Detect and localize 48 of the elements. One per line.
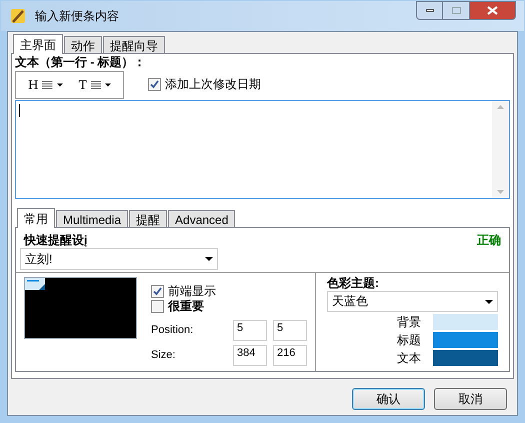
close-icon bbox=[487, 6, 498, 15]
window-title: 输入新便条内容 bbox=[35, 8, 119, 25]
tab[interactable]: 常用 bbox=[17, 208, 55, 228]
tab[interactable]: 主界面 bbox=[13, 34, 63, 54]
maximize-button[interactable] bbox=[443, 1, 470, 20]
caret-icon bbox=[56, 82, 63, 86]
quick-reminder-label: 快速提醒设į bbox=[24, 233, 88, 248]
checkbox[interactable] bbox=[148, 78, 161, 91]
swatch-label: 标题 bbox=[397, 332, 421, 348]
align-icon bbox=[90, 80, 102, 90]
swatch-label: 文本 bbox=[397, 350, 421, 366]
height-field[interactable]: 216 bbox=[273, 345, 307, 366]
status-text: 正确 bbox=[477, 233, 501, 248]
scroll-down-icon bbox=[497, 190, 504, 194]
heading-letter: H bbox=[28, 76, 38, 94]
text-letter: T bbox=[78, 76, 87, 94]
reminder-dropdown[interactable]: 立刻! bbox=[20, 248, 218, 270]
tab[interactable]: 提醒向导 bbox=[103, 36, 165, 53]
caret-icon bbox=[485, 300, 493, 304]
text-area[interactable] bbox=[15, 100, 510, 199]
text-label: 文本（第一行 - 标题）： bbox=[15, 55, 147, 69]
note-icon bbox=[9, 7, 27, 25]
caret-icon bbox=[205, 257, 213, 261]
dialog-button[interactable]: 确认 bbox=[352, 388, 425, 410]
position-y-field[interactable]: 5 bbox=[273, 320, 307, 341]
tab[interactable]: Advanced bbox=[168, 210, 236, 227]
align-icon bbox=[42, 80, 53, 90]
scroll-up-icon bbox=[497, 105, 504, 109]
corner-icon bbox=[25, 278, 45, 290]
tab[interactable]: 动作 bbox=[64, 36, 102, 53]
checkbox-label: 添加上次修改日期 bbox=[165, 77, 261, 92]
tab[interactable]: 提醒 bbox=[129, 210, 168, 227]
tab[interactable]: Multimedia bbox=[56, 210, 128, 227]
size-label: Size: bbox=[151, 348, 176, 363]
caret-icon bbox=[105, 82, 111, 86]
checkbox[interactable] bbox=[151, 285, 164, 298]
checkbox-label: 很重要 bbox=[168, 299, 204, 314]
theme-label: 色彩主题: bbox=[327, 276, 380, 291]
theme-dropdown[interactable]: 天蓝色 bbox=[327, 291, 498, 312]
position-x-field[interactable]: 5 bbox=[233, 320, 267, 341]
dialog-button[interactable]: 取消 bbox=[434, 388, 507, 410]
position-label: Position: bbox=[151, 323, 194, 338]
close-button[interactable] bbox=[470, 1, 516, 20]
minimize-button[interactable] bbox=[416, 1, 443, 20]
checkbox[interactable] bbox=[151, 300, 164, 313]
checkbox-label: 前端显示 bbox=[168, 284, 216, 299]
swatch-label: 背景 bbox=[397, 314, 421, 330]
width-field[interactable]: 384 bbox=[233, 345, 267, 366]
